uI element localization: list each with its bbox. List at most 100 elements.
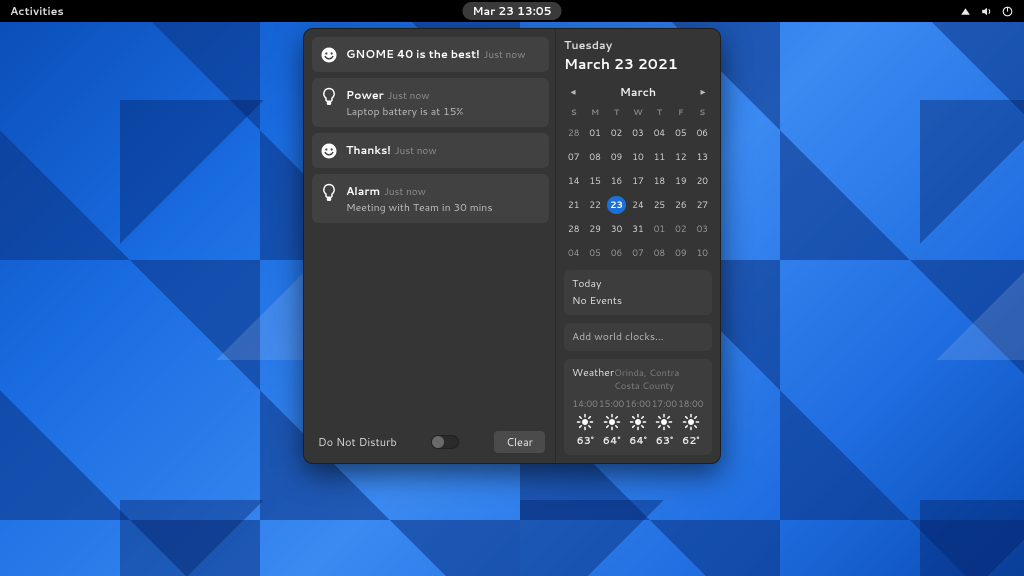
volume-icon: [980, 5, 993, 18]
sun-icon: [682, 413, 700, 431]
date-header: Tuesday March 23 2021: [564, 37, 712, 74]
sun-icon: [603, 413, 621, 431]
forecast-item: 15:00 64°: [598, 397, 624, 448]
forecast-item: 16:0064°: [625, 397, 651, 448]
forecast-item: 14:0063°: [572, 397, 598, 448]
calendar-day[interactable]: 04: [564, 244, 583, 262]
smile-icon: [320, 142, 338, 160]
calendar-day[interactable]: 20: [693, 172, 712, 190]
smile-icon: [320, 46, 338, 64]
lightbulb-icon: [320, 87, 338, 105]
calendar-day[interactable]: 25: [650, 196, 669, 214]
calendar-day[interactable]: 07: [564, 148, 583, 166]
forecast-time: 14:00: [573, 397, 598, 410]
next-month-button[interactable]: ▸: [696, 85, 710, 99]
calendar-day[interactable]: 16: [607, 172, 626, 190]
activities-button[interactable]: Activities: [10, 3, 64, 19]
calendar-day[interactable]: 05: [585, 244, 604, 262]
calendar-day[interactable]: 17: [628, 172, 647, 190]
calendar-day[interactable]: 28: [564, 124, 583, 142]
events-section[interactable]: Today No Events: [564, 270, 712, 315]
calendar-week: 28010203040506: [564, 124, 712, 142]
calendar-day[interactable]: 03: [693, 220, 712, 238]
prev-month-button[interactable]: ◂: [566, 85, 580, 99]
weekday-header: S: [564, 106, 583, 118]
calendar-day[interactable]: 19: [671, 172, 690, 190]
weekday-header: S: [693, 106, 712, 118]
network-icon: [959, 5, 972, 18]
calendar-day[interactable]: 18: [650, 172, 669, 190]
forecast-time: 17:00: [652, 397, 677, 410]
weekday-header: F: [671, 106, 690, 118]
dnd-switch[interactable]: [431, 435, 459, 449]
calendar-day[interactable]: 02: [671, 220, 690, 238]
calendar-day[interactable]: 12: [671, 148, 690, 166]
calendar-day[interactable]: 30: [607, 220, 626, 238]
weekday-header: T: [607, 106, 626, 118]
calendar-day[interactable]: 04: [650, 124, 669, 142]
calendar-day[interactable]: 02: [607, 124, 626, 142]
calendar-day[interactable]: 31: [628, 220, 647, 238]
calendar-day[interactable]: 11: [650, 148, 669, 166]
calendar-day[interactable]: 03: [628, 124, 647, 142]
calendar-week: 04050607080910: [564, 244, 712, 262]
calendar-day[interactable]: 01: [585, 124, 604, 142]
calendar-day[interactable]: 05: [671, 124, 690, 142]
calendar-day[interactable]: 08: [585, 148, 604, 166]
calendar-day[interactable]: 14: [564, 172, 583, 190]
calendar-day[interactable]: 10: [693, 244, 712, 262]
calendar-day[interactable]: 10: [628, 148, 647, 166]
forecast-temp: 62°: [682, 434, 699, 448]
notifications-column: GNOME 40 is the best! Just now Power Just n…: [304, 29, 556, 463]
weekday-label: Tuesday: [564, 37, 712, 53]
sun-icon: [655, 413, 673, 431]
calendar-week: 21222324252627: [564, 196, 712, 214]
notification-item[interactable]: GNOME 40 is the best! Just now: [312, 37, 549, 72]
calendar-day[interactable]: 28: [564, 220, 583, 238]
calendar-day[interactable]: 07: [628, 244, 647, 262]
calendar-day[interactable]: 01: [650, 220, 669, 238]
clock-label: Mar 23 13:05: [473, 4, 552, 18]
calendar-week: 14151617181920: [564, 172, 712, 190]
notification-item[interactable]: PowerJust nowLaptop battery is at 15%: [312, 78, 549, 127]
notification-title: Power: [346, 87, 384, 103]
clock-button[interactable]: Mar 23 13:05: [463, 2, 562, 20]
power-icon: [1001, 5, 1014, 18]
calendar-day[interactable]: 22: [585, 196, 604, 214]
calendar-day[interactable]: 13: [693, 148, 712, 166]
calendar-day[interactable]: 09: [607, 148, 626, 166]
calendar-day[interactable]: 06: [693, 124, 712, 142]
notification-time: Just now: [484, 48, 526, 62]
calendar-day[interactable]: 27: [693, 196, 712, 214]
notification-item[interactable]: Thanks!Just now: [312, 133, 549, 168]
notification-title: GNOME 40 is the best!: [346, 46, 480, 62]
full-date-label: March 23 2021: [564, 54, 712, 74]
forecast-temp: 64°: [603, 434, 621, 448]
notification-detail: Meeting with Team in 30 mins: [346, 201, 493, 215]
sun-icon: [629, 413, 647, 431]
calendar-day[interactable]: 24: [628, 196, 647, 214]
forecast-time: 18:00: [678, 397, 703, 410]
notification-item[interactable]: AlarmJust nowMeeting with Team in 30 min…: [312, 174, 549, 223]
calendar-day[interactable]: 06: [607, 244, 626, 262]
weather-label: Weather: [572, 366, 614, 380]
system-tray[interactable]: [959, 5, 1014, 18]
weekday-header: W: [628, 106, 647, 118]
notification-title: Thanks!: [346, 142, 391, 158]
weather-section[interactable]: Weather Orinda, Contra Costa County 14:0…: [564, 359, 712, 455]
forecast-time: 15:00: [599, 397, 624, 410]
world-clocks-button[interactable]: Add world clocks…: [564, 323, 712, 351]
weekday-header-row: SMTWTFS: [564, 106, 712, 118]
calendar-day[interactable]: 21: [564, 196, 583, 214]
calendar-day[interactable]: 15: [585, 172, 604, 190]
calendar-day[interactable]: 26: [671, 196, 690, 214]
calendar-day[interactable]: 08: [650, 244, 669, 262]
calendar-column: Tuesday March 23 2021 ◂ March ▸ SMTWTFS …: [556, 29, 720, 463]
notification-time: Just now: [388, 89, 430, 103]
events-empty: No Events: [572, 294, 704, 308]
calendar-day[interactable]: 29: [585, 220, 604, 238]
calendar-day-today[interactable]: 23: [607, 196, 626, 214]
clear-button[interactable]: Clear: [494, 431, 545, 453]
notification-time: Just now: [384, 185, 426, 199]
calendar-day[interactable]: 09: [671, 244, 690, 262]
